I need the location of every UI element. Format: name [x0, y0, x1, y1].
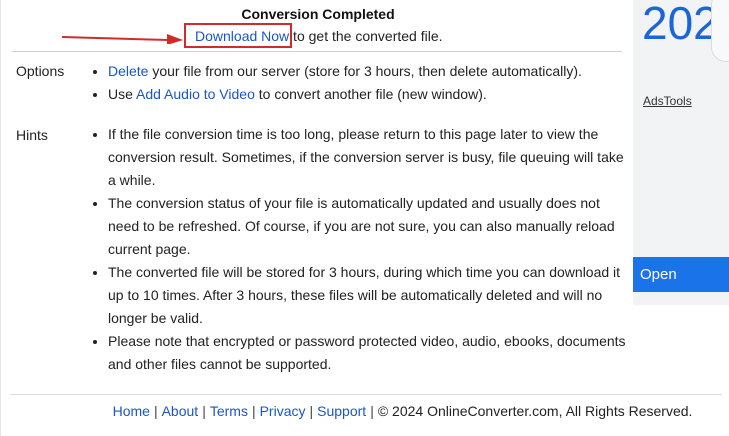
footer-separator: | — [202, 403, 206, 419]
option-item-convert-another: Use Add Audio to Video to convert anothe… — [108, 83, 628, 106]
divider-top — [12, 51, 622, 52]
hints-label: Hints — [16, 127, 48, 143]
footer-link-terms[interactable]: Terms — [210, 403, 248, 419]
ad-brand-label[interactable]: AdsTools — [643, 94, 692, 108]
page-left-border — [0, 0, 1, 436]
option-delete-text: your file from our server (store for 3 h… — [148, 63, 582, 79]
option-use-prefix: Use — [108, 86, 137, 102]
download-line: Download Now to get the converted file. — [195, 28, 443, 44]
options-list: Delete your file from our server (store … — [88, 60, 628, 106]
footer-copyright: © 2024 OnlineConverter.com, All Rights R… — [377, 403, 693, 419]
conversion-status-title: Conversion Completed — [241, 6, 395, 22]
download-suffix-text: to get the converted file. — [289, 28, 443, 44]
footer-separator: | — [153, 403, 158, 419]
option-convert-text: to convert another file (new window). — [254, 86, 487, 102]
option-item-delete: Delete your file from our server (store … — [108, 60, 628, 83]
divider-footer — [10, 394, 722, 395]
ad-info-icon[interactable] — [711, 0, 729, 62]
hint-item: If the file conversion time is too long,… — [108, 123, 628, 192]
footer-link-home[interactable]: Home — [113, 403, 150, 419]
options-label: Options — [16, 63, 65, 79]
hint-item: The conversion status of your file is au… — [108, 192, 628, 261]
footer-separator: | — [309, 403, 314, 419]
hint-item: The converted file will be stored for 3 … — [108, 261, 628, 330]
footer-separator: | — [251, 403, 256, 419]
footer-separator: | — [370, 403, 374, 419]
footer-link-support[interactable]: Support — [317, 403, 366, 419]
hint-item: Please note that encrypted or password p… — [108, 330, 628, 376]
footer-link-privacy[interactable]: Privacy — [260, 403, 306, 419]
red-arrow-annotation — [62, 34, 183, 44]
delete-link[interactable]: Delete — [108, 63, 148, 79]
ad-open-button[interactable]: Open — [633, 257, 729, 292]
footer-link-about[interactable]: About — [162, 403, 199, 419]
ad-year-text: 202 — [642, 0, 719, 49]
download-now-link[interactable]: Download Now — [195, 28, 289, 44]
footer: Home | About | Terms | Privacy | Support | © 2024 … — [0, 403, 729, 419]
add-audio-to-video-link[interactable]: Add Audio to Video — [136, 86, 255, 102]
hints-list: If the file conversion time is too long,… — [88, 123, 628, 376]
